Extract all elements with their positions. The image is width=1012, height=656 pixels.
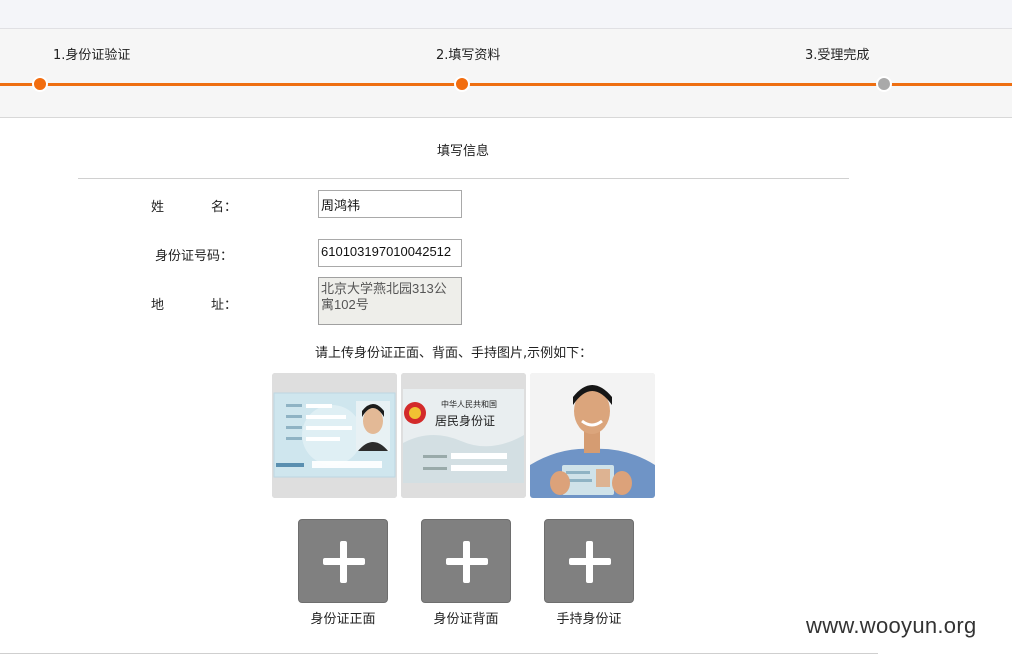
section-divider xyxy=(78,178,849,179)
id-front-illustration xyxy=(272,373,397,498)
address-field[interactable]: 北京大学燕北园313公寓102号 xyxy=(318,277,462,325)
upload-handheld-id-button[interactable] xyxy=(544,519,634,603)
name-field[interactable]: 周鸿祎 xyxy=(318,190,462,218)
step-3-label: 3.受理完成 xyxy=(805,48,870,63)
upload-id-front-label: 身份证正面 xyxy=(310,612,376,627)
step-1-label: 1.身份证验证 xyxy=(53,48,131,63)
upload-id-back-label: 身份证背面 xyxy=(433,612,499,627)
upload-handheld-id-label: 手持身份证 xyxy=(556,612,622,627)
upload-hint: 请上传身份证正面、背面、手持图片,示例如下： xyxy=(315,346,593,361)
sample-handheld-id-image xyxy=(530,373,655,498)
upload-id-back-button[interactable] xyxy=(421,519,511,603)
back-card-line1: 中华人民共和国 xyxy=(441,399,497,409)
address-label: 地 址： xyxy=(151,298,237,313)
progress-line xyxy=(0,83,1012,86)
upload-id-front-button[interactable] xyxy=(298,519,388,603)
step-2-label: 2.填写资料 xyxy=(436,48,501,63)
sample-id-back-image: 中华人民共和国 居民身份证 xyxy=(401,373,526,498)
id-number-label: 身份证号码： xyxy=(155,249,234,264)
back-card-line2: 居民身份证 xyxy=(435,413,495,428)
section-title: 填写信息 xyxy=(436,144,489,159)
sample-id-front-image xyxy=(272,373,397,498)
handheld-id-illustration xyxy=(530,373,655,498)
id-number-field[interactable]: 610103197010042512 xyxy=(318,239,462,267)
bottom-divider xyxy=(0,653,878,654)
id-back-illustration: 中华人民共和国 居民身份证 xyxy=(401,373,526,498)
name-label: 姓 名： xyxy=(151,200,237,215)
step-3-dot xyxy=(876,76,892,92)
top-bar xyxy=(0,0,1012,29)
step-2-dot xyxy=(454,76,470,92)
watermark: www.wooyun.org xyxy=(806,613,977,638)
step-1-dot xyxy=(32,76,48,92)
progress-steps: 1.身份证验证 2.填写资料 3.受理完成 xyxy=(0,29,1012,118)
